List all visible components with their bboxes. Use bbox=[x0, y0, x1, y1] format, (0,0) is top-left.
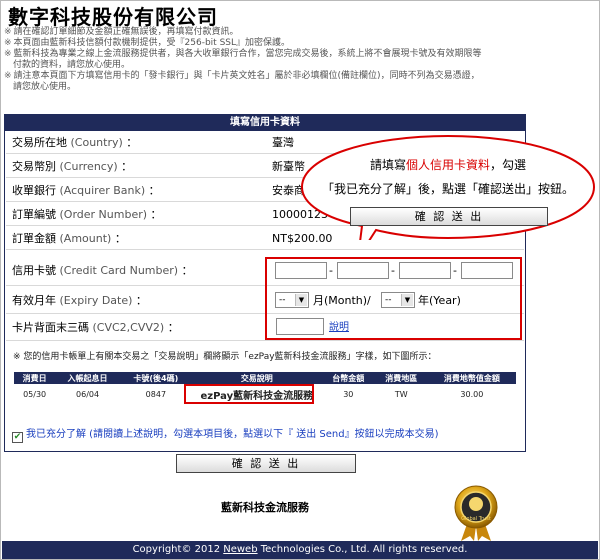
form-header: 填寫信用卡資料 bbox=[5, 115, 525, 131]
brand-text: 藍新科技金流服務 bbox=[221, 501, 309, 514]
bubble-line-1: 請填寫個人信用卡資料，勾選 bbox=[369, 158, 527, 172]
medal-label: Global Trust bbox=[461, 516, 491, 522]
country-value: 臺灣 bbox=[272, 136, 294, 149]
bubble-line-2: 「我已充分了解」後，點選「確認送出」按鈕。 bbox=[321, 182, 574, 196]
statement-note: ※ 您的信用卡帳單上有關本交易之「交易說明」欄將顯示「ezPay藍新科技金流服務… bbox=[13, 352, 437, 362]
table-header-row: 消費日 入帳起息日 卡號(後4碼) 交易說明 台幣金額 消費地區 消費地幣值金額 bbox=[14, 372, 516, 384]
agree-checkbox[interactable]: ✔ bbox=[12, 432, 23, 443]
bubble-confirm-button: 確 認 送 出 bbox=[350, 207, 548, 226]
notice-item: ※ 藍新科技為專業之線上金流服務提供者，與各大收單銀行合作，當您完成交易後，系統上… bbox=[4, 49, 482, 70]
trust-medal-icon: Global Trust bbox=[454, 485, 498, 541]
footer: Copyright© 2012 Neweb Technologies Co., … bbox=[2, 541, 598, 559]
notice-item: ※ 本頁面由藍新科技信額付款機制提供，受『256-bit SSL』加密保護。 bbox=[4, 38, 291, 48]
neweb-link[interactable]: Neweb bbox=[223, 544, 257, 555]
notice-item: ※ 請注意本頁面下方填寫信用卡的「發卡銀行」與「卡片英文姓名」屬於非必填欄位(備註… bbox=[4, 71, 480, 92]
notice-item: ※ 請在確認訂單細節及金額正確無誤後，再填寫付款資訊。 bbox=[4, 27, 239, 37]
ezpay-highlight bbox=[184, 384, 314, 404]
confirm-submit-button[interactable]: 確 認 送 出 bbox=[176, 454, 356, 473]
card-fields-highlight bbox=[265, 257, 522, 340]
agree-label: 我已充分了解 (請閱讀上述說明，勾選本項目後，點選以下『 送出 Send』按鈕以… bbox=[26, 429, 439, 440]
company-title: 數字科技股份有限公司 bbox=[8, 5, 218, 29]
agree-row[interactable]: ✔ 我已充分了解 (請閱讀上述說明，勾選本項目後，點選以下『 送出 Send』按鈕… bbox=[12, 425, 439, 443]
notice-list: ※ 請在確認訂單細節及金額正確無誤後，再填寫付款資訊。 ※ 本頁面由藍新科技信額付款… bbox=[4, 27, 484, 93]
